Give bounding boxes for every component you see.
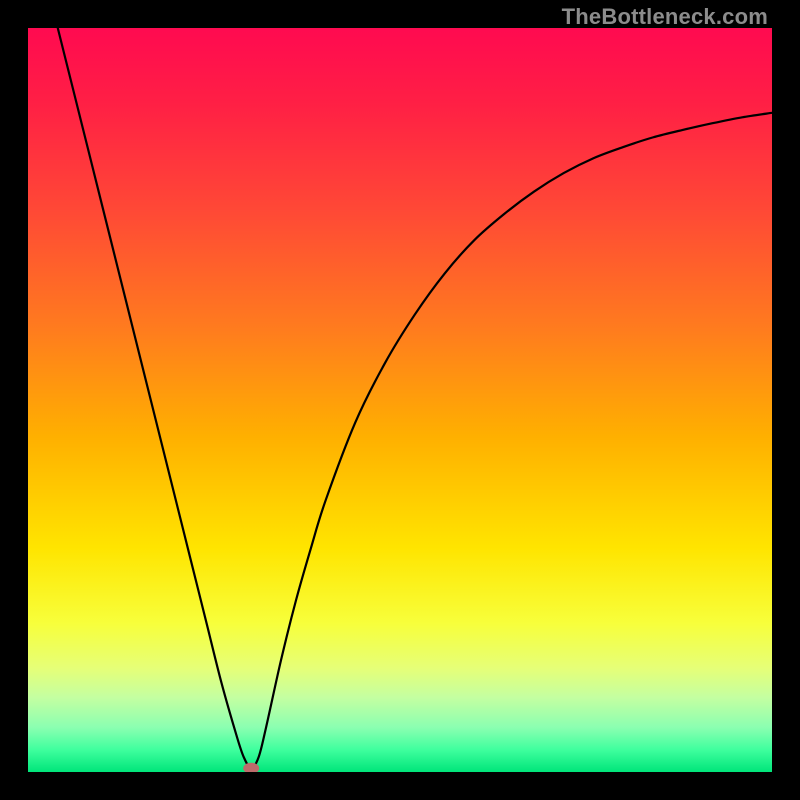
bottleneck-chart [28,28,772,772]
chart-frame [28,28,772,772]
watermark-text: TheBottleneck.com [562,4,768,30]
gradient-background [28,28,772,772]
